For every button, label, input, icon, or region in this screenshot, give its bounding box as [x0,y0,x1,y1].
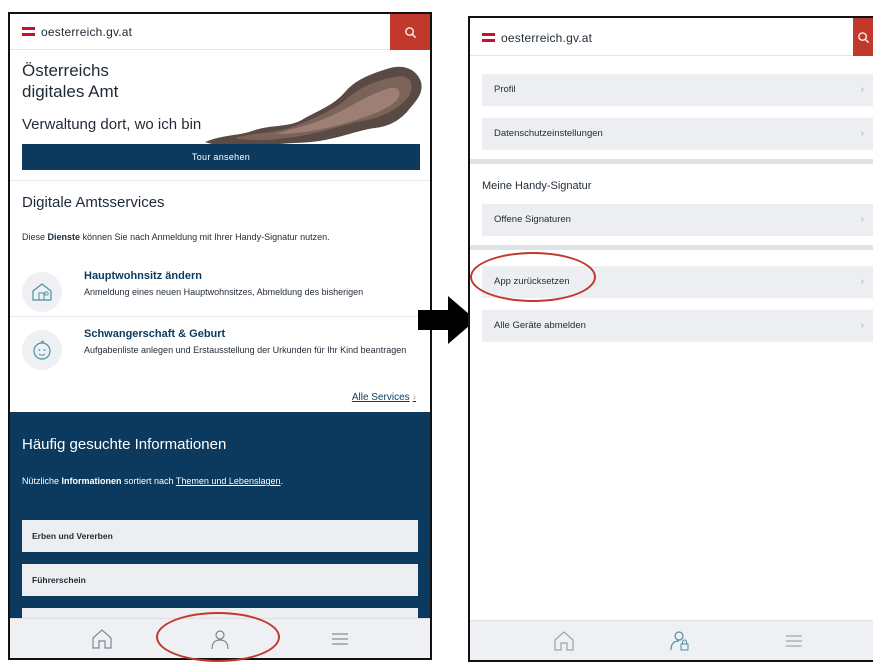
app-header: oesterreich.gv.at [470,18,873,56]
services-title: Digitale Amtsservices [22,194,165,211]
app-header: oesterreich.gv.at [10,14,430,50]
austria-flag-icon [22,27,35,37]
row-profil[interactable]: Profil › [482,74,873,106]
logo-text: oesterreich.gv.at [501,31,593,45]
section-divider [470,159,873,164]
phone-screen-profile: oesterreich.gv.at Profil › Datenschutzein… [468,16,873,662]
bottom-tab-bar [470,620,873,660]
logo[interactable]: oesterreich.gv.at [22,25,132,39]
home-icon[interactable] [552,629,576,653]
search-button[interactable] [853,18,873,56]
highlight-oval-profile-tab [156,612,280,662]
service-item-schwangerschaft[interactable]: Schwangerschaft & Geburt Aufgabenliste a… [22,328,418,388]
logo-text: oesterreich.gv.at [41,25,133,39]
austria-crowd-map-image [205,66,422,148]
chevron-right-icon: › [860,276,864,287]
phone-screen-home: oesterreich.gv.at Österreichs digitales … [8,12,432,660]
chevron-right-icon: › [860,320,864,331]
row-datenschutz[interactable]: Datenschutzeinstellungen › [482,118,873,150]
services-description: Diese Dienste können Sie nach Anmeldung … [22,232,330,242]
divider [10,180,430,181]
info-title: Häufig gesuchte Informationen [22,436,227,453]
section-divider [470,245,873,250]
service-item-hauptwohnsitz[interactable]: Hauptwohnsitz ändern Anmeldung eines neu… [22,270,418,330]
baby-icon [22,330,62,370]
profile-signature-icon[interactable] [668,629,692,653]
chevron-right-icon: › [860,128,864,139]
logo[interactable]: oesterreich.gv.at [482,31,592,45]
signatur-heading: Meine Handy-Signatur [482,180,592,192]
service-description: Aufgabenliste anlegen und Erstausstellun… [84,345,407,355]
home-icon[interactable] [90,627,114,651]
house-icon [22,272,62,312]
hero-title: Österreichs digitales Amt [22,61,119,101]
divider [10,316,430,317]
austria-flag-icon [482,33,495,43]
search-icon [404,26,416,38]
hero-subtitle: Verwaltung dort, wo ich bin [22,116,202,133]
service-title: Hauptwohnsitz ändern [84,270,202,282]
info-description: Nützliche Informationen sortiert nach Th… [22,476,283,486]
highlight-oval-app-reset [470,252,596,302]
service-description: Anmeldung eines neuen Hauptwohnsitzes, A… [84,287,364,297]
chevron-right-icon: › [860,214,864,225]
all-services-link[interactable]: Alle Services › [352,392,416,403]
info-item[interactable]: Erben und Vererben [22,520,418,552]
info-item[interactable]: Führerschein [22,564,418,596]
menu-icon[interactable] [782,629,806,653]
hero-section: Österreichs digitales Amt Verwaltung dor… [10,50,430,180]
topics-link[interactable]: Themen und Lebenslagen [176,476,281,486]
menu-icon[interactable] [328,627,352,651]
row-alle-geraete-abmelden[interactable]: Alle Geräte abmelden › [482,310,873,342]
search-button[interactable] [390,14,430,50]
chevron-right-icon: › [412,392,416,403]
service-title: Schwangerschaft & Geburt [84,328,226,340]
row-offene-signaturen[interactable]: Offene Signaturen › [482,204,873,236]
tour-button[interactable]: Tour ansehen [22,144,420,170]
chevron-right-icon: › [860,84,864,95]
search-icon [857,31,869,43]
